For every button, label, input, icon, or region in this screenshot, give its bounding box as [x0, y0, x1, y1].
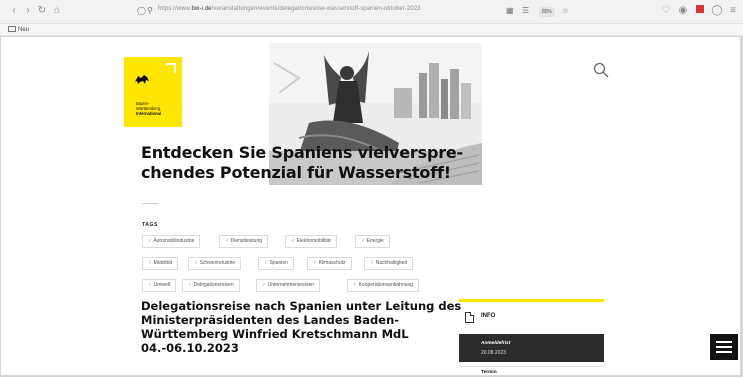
extension-icon[interactable]: ◉ [677, 5, 689, 17]
forward-icon[interactable]: › [22, 5, 34, 17]
hamburger-line [716, 341, 732, 343]
bookmark-star-icon[interactable]: ☆ [562, 6, 569, 15]
lock-icon[interactable]: ⚲ [147, 6, 153, 15]
tag-item[interactable]: Elektromobilität [285, 235, 337, 248]
tag-item[interactable]: Delegationsreisen [182, 279, 240, 292]
url-path: /veranstaltungen/events/delegationsreise… [211, 6, 421, 12]
url-text[interactable]: https://www.bw-i.de/veranstaltungen/even… [158, 6, 421, 12]
search-icon[interactable] [593, 62, 609, 78]
info-accent-bar [459, 299, 604, 302]
tags-label: TAGS [142, 222, 158, 228]
tag-item[interactable]: Mobilität [142, 257, 179, 270]
shield-icon[interactable]: ◯ [137, 6, 146, 15]
deadline-value: 20.08.2023 [481, 350, 507, 356]
tag-item[interactable]: Dienstleistung [219, 235, 268, 248]
info-deadline-row: Anmeldefrist 20.08.2023 [459, 334, 604, 362]
app-menu-icon[interactable]: ≡ [727, 5, 739, 17]
addon-red-icon[interactable] [694, 5, 706, 17]
tag-item[interactable]: Energie [355, 235, 390, 248]
tag-item[interactable]: Nachhaltigkeit [364, 257, 413, 270]
document-icon [465, 312, 474, 323]
date-label: Termin [481, 370, 497, 375]
tag-item[interactable]: Spanien [258, 257, 294, 270]
logo-line-3: International [136, 111, 162, 116]
article-title: Delegationsreise nach Spanien unter Leit… [141, 299, 462, 355]
info-divider [459, 366, 604, 367]
logo-corner-mark [166, 63, 176, 73]
reload-icon[interactable]: ↻ [36, 5, 48, 17]
browser-toolbar: ‹ › ↻ ⌂ ◯ ⚲ https://www.bw-i.de/veransta… [0, 0, 743, 24]
logo-wordmark: Baden- Württemberg International [136, 101, 161, 116]
info-heading: INFO [481, 313, 496, 319]
deadline-label: Anmeldefrist [481, 341, 511, 346]
web-page: Baden- Württemberg International Entdeck… [1, 37, 740, 375]
tag-item[interactable]: Unternehmensreisen [256, 279, 321, 292]
tag-item[interactable]: Umwelt [142, 279, 177, 292]
lion-icon [134, 73, 150, 88]
url-domain: bw-i.de [191, 6, 212, 12]
hamburger-line [716, 346, 732, 348]
tag-item[interactable]: Klimaschutz [307, 257, 352, 270]
menu-button[interactable] [710, 334, 738, 360]
translate-icon[interactable]: ☰ [522, 6, 529, 15]
hamburger-line [716, 351, 732, 353]
tag-item[interactable]: Kooperationsanbahnung [347, 279, 420, 292]
account-icon[interactable]: ◯ [711, 5, 723, 17]
home-icon[interactable]: ⌂ [51, 5, 63, 17]
browser-window: ‹ › ↻ ⌂ ◯ ⚲ https://www.bw-i.de/veransta… [0, 0, 743, 377]
url-prefix: https://www. [158, 6, 192, 12]
tag-item[interactable]: Schwerindustrie [188, 257, 242, 270]
address-bar[interactable]: ◯ ⚲ https://www.bw-i.de/veranstaltungen/… [131, 4, 591, 20]
tag-item[interactable]: Automobilindustrie [142, 235, 201, 248]
page-title: Entdecken Sie Spaniens vielverspre-chend… [141, 143, 463, 182]
info-box: INFO Anmeldefrist 20.08.2023 Termin [459, 299, 604, 375]
reader-view-icon[interactable]: ▦ [506, 6, 514, 15]
back-icon[interactable]: ‹ [8, 5, 20, 17]
bookmark-folder[interactable]: Neu [8, 26, 29, 33]
divider [142, 203, 158, 204]
zoom-level[interactable]: 80% [539, 7, 556, 17]
pocket-icon[interactable]: ♡ [660, 5, 672, 17]
bw-international-logo[interactable]: Baden- Württemberg International [124, 57, 182, 127]
bookmarks-bar: Neu [0, 24, 743, 36]
